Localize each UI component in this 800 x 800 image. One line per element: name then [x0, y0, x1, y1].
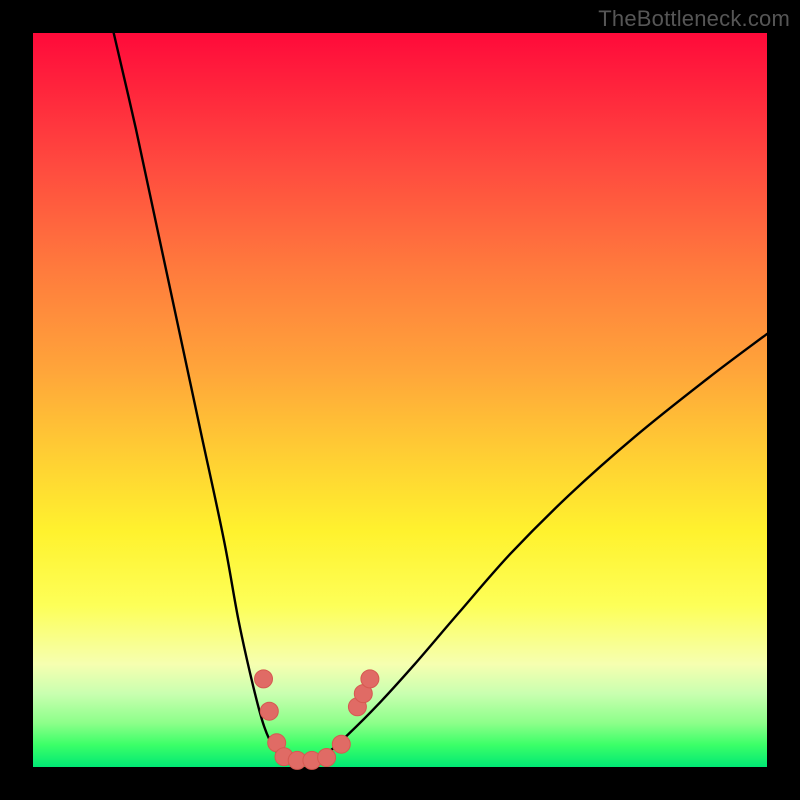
curve-marker [260, 702, 278, 720]
plot-area [33, 33, 767, 767]
watermark-text: TheBottleneck.com [598, 6, 790, 32]
curve-marker [332, 735, 350, 753]
curve-markers [255, 670, 379, 770]
bottleneck-curve-svg [33, 33, 767, 767]
curve-marker [361, 670, 379, 688]
curve-marker [318, 749, 336, 767]
curve-marker [255, 670, 273, 688]
chart-frame: TheBottleneck.com [0, 0, 800, 800]
bottleneck-curve [114, 33, 767, 764]
